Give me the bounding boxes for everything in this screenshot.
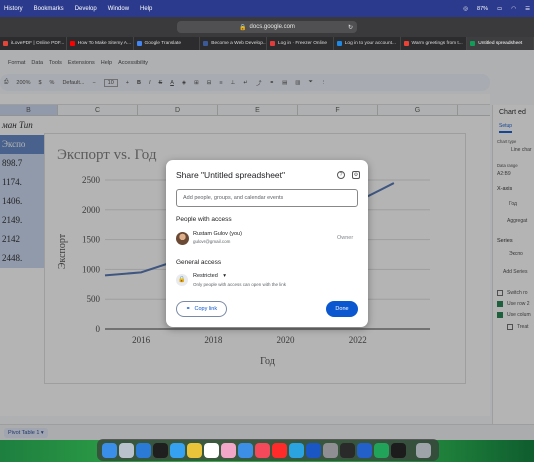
avatar: [176, 232, 189, 245]
telegram-icon[interactable]: [289, 442, 304, 458]
browser-tab[interactable]: Google Translate: [134, 37, 201, 50]
control-toggle-icon[interactable]: ☰: [525, 6, 530, 12]
chatgpt-icon[interactable]: [153, 442, 168, 458]
access-description: Only people with access can open with th…: [193, 282, 287, 287]
copy-link-label: Copy link: [194, 306, 218, 312]
add-people-input[interactable]: Add people, groups, and calendar events: [176, 189, 358, 207]
people-with-access-heading: People with access: [176, 216, 232, 223]
done-button[interactable]: Done: [326, 301, 358, 317]
excel-icon[interactable]: [374, 442, 389, 458]
menu-window[interactable]: Window: [108, 6, 129, 12]
dropdown-arrow-icon: ▾: [223, 273, 227, 279]
tab-label: Log in to your account...: [344, 41, 396, 46]
lock-icon: 🔒: [239, 24, 247, 31]
tab-label: Log in · Freezer Online: [278, 41, 328, 46]
chrome-icon[interactable]: [187, 442, 202, 458]
github-icon[interactable]: [340, 442, 355, 458]
control-center-icon[interactable]: ◎: [463, 6, 468, 12]
access-level-dropdown[interactable]: Restricted ▾: [193, 273, 226, 279]
browser-tab[interactable]: Untitled spreadsheet: [467, 37, 534, 50]
tab-favicon-icon: [69, 41, 75, 46]
tab-favicon-icon: [203, 41, 209, 46]
browser-tab[interactable]: iLovePDF | Online PDF...: [0, 37, 67, 50]
menu-develop[interactable]: Develop: [75, 6, 97, 12]
tab-label: Become a Web Develop...: [211, 41, 267, 46]
safari-icon[interactable]: [170, 442, 185, 458]
menu-bookmarks[interactable]: Bookmarks: [34, 6, 64, 12]
tab-favicon-icon: [3, 41, 8, 46]
browser-tab[interactable]: How To Make Sitemy A...: [67, 37, 134, 50]
photos-icon[interactable]: [221, 442, 236, 458]
dock: [97, 439, 439, 461]
link-icon: ⚭: [185, 306, 191, 312]
browser-tab[interactable]: Log in to your account...: [334, 37, 401, 50]
terminal-icon[interactable]: [391, 442, 406, 458]
tab-favicon-icon: [470, 41, 476, 46]
reload-icon[interactable]: ↻: [348, 24, 353, 31]
tab-favicon-icon: [136, 41, 142, 46]
settings-icon[interactable]: [323, 442, 338, 458]
calendar-icon[interactable]: [204, 442, 219, 458]
battery-percent: 87%: [477, 5, 489, 12]
lock-icon: 🔒: [176, 274, 188, 286]
tab-favicon-icon: [270, 41, 275, 46]
browser-tab[interactable]: Log in · Freezer Online: [267, 37, 334, 50]
tab-favicon-icon: [336, 41, 342, 46]
tab-label: Warm greetings from t...: [411, 41, 463, 46]
wifi-icon[interactable]: ◠: [511, 6, 516, 12]
share-dialog: Share "Untitled spreadsheet" ? ⚙ Add peo…: [166, 160, 368, 327]
tab-label: Google Translate: [144, 41, 182, 46]
mail-icon[interactable]: [238, 442, 253, 458]
tab-label: iLovePDF | Online PDF...: [11, 41, 65, 46]
tab-favicon-icon: [403, 41, 409, 46]
share-dialog-title: Share "Untitled spreadsheet": [176, 170, 286, 180]
tab-bar: iLovePDF | Online PDF... How To Make Site…: [0, 37, 534, 50]
general-access-heading: General access: [176, 259, 222, 266]
owner-email: gulovr@gmail.com: [193, 239, 231, 244]
help-icon[interactable]: ?: [337, 171, 345, 179]
finder-icon[interactable]: [102, 442, 117, 458]
browser-toolbar: 🔒 docs.google.com ↻: [0, 17, 534, 37]
menu-bar: History Bookmarks Develop Window Help ◎ …: [0, 0, 534, 17]
music-icon[interactable]: [255, 442, 270, 458]
browser-tab[interactable]: Become a Web Develop...: [200, 37, 267, 50]
url-bar[interactable]: 🔒 docs.google.com ↻: [177, 21, 357, 33]
owner-name: Rustam Gulov (you): [193, 231, 242, 237]
trash-icon[interactable]: [416, 442, 431, 458]
tab-label: Untitled spreadsheet: [478, 41, 523, 46]
url-text: docs.google.com: [249, 24, 295, 30]
copy-link-button[interactable]: ⚭ Copy link: [176, 301, 227, 317]
menu-history[interactable]: History: [4, 6, 23, 12]
browser-tab[interactable]: Warm greetings from t...: [401, 37, 468, 50]
bitwarden-icon[interactable]: [306, 442, 321, 458]
word-icon[interactable]: [357, 442, 372, 458]
menu-help[interactable]: Help: [140, 6, 152, 12]
settings-gear-icon[interactable]: ⚙: [352, 171, 360, 179]
vscode-icon[interactable]: [136, 442, 151, 458]
launchpad-icon[interactable]: [119, 442, 134, 458]
youtube-icon[interactable]: [272, 442, 287, 458]
access-level-label: Restricted: [193, 273, 218, 279]
battery-icon[interactable]: ▭: [497, 6, 502, 12]
owner-role: Owner: [337, 235, 354, 241]
tab-label: How To Make Sitemy A...: [77, 41, 131, 46]
